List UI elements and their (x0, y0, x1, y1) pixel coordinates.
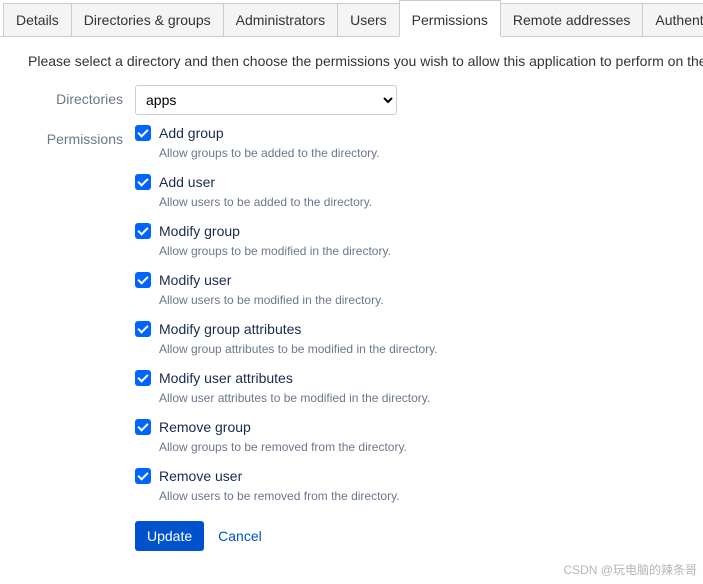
perm-add-user: Add user Allow users to be added to the … (135, 174, 703, 209)
permissions-label: Permissions (0, 125, 135, 147)
permissions-list: Add group Allow groups to be added to th… (135, 125, 703, 551)
perm-desc-modify-group-attributes: Allow group attributes to be modified in… (159, 342, 703, 356)
intro-text: Please select a directory and then choos… (0, 37, 703, 85)
perm-desc-modify-user-attributes: Allow user attributes to be modified in … (159, 391, 703, 405)
checkbox-remove-user[interactable] (135, 468, 151, 484)
checkbox-modify-user-attributes[interactable] (135, 370, 151, 386)
form-actions: Update Cancel (135, 521, 703, 551)
tabs-bar: Details Directories & groups Administrat… (0, 0, 703, 37)
tab-details[interactable]: Details (3, 3, 72, 36)
permissions-form: Directories apps Permissions Add group A… (0, 85, 703, 561)
directories-label: Directories (0, 85, 135, 107)
perm-modify-user-attributes: Modify user attributes Allow user attrib… (135, 370, 703, 405)
perm-label-add-user: Add user (159, 174, 215, 190)
perm-label-modify-user: Modify user (159, 272, 231, 288)
tab-permissions[interactable]: Permissions (399, 0, 501, 37)
checkbox-modify-group-attributes[interactable] (135, 321, 151, 337)
perm-remove-user: Remove user Allow users to be removed fr… (135, 468, 703, 503)
directories-select[interactable]: apps (135, 85, 397, 115)
perm-desc-remove-group: Allow groups to be removed from the dire… (159, 440, 703, 454)
perm-label-modify-user-attributes: Modify user attributes (159, 370, 293, 386)
watermark: CSDN @玩电脑的辣条哥 (563, 561, 697, 578)
perm-label-add-group: Add group (159, 125, 224, 141)
checkbox-modify-group[interactable] (135, 223, 151, 239)
perm-modify-group-attributes: Modify group attributes Allow group attr… (135, 321, 703, 356)
cancel-link[interactable]: Cancel (218, 528, 262, 544)
tab-directories-groups[interactable]: Directories & groups (71, 3, 224, 36)
checkbox-remove-group[interactable] (135, 419, 151, 435)
perm-desc-modify-user: Allow users to be modified in the direct… (159, 293, 703, 307)
perm-desc-add-user: Allow users to be added to the directory… (159, 195, 703, 209)
tab-authent[interactable]: Authent (642, 3, 703, 36)
perm-label-modify-group: Modify group (159, 223, 240, 239)
tab-administrators[interactable]: Administrators (223, 3, 338, 36)
perm-modify-group: Modify group Allow groups to be modified… (135, 223, 703, 258)
tab-users[interactable]: Users (337, 3, 400, 36)
perm-modify-user: Modify user Allow users to be modified i… (135, 272, 703, 307)
perm-label-remove-user: Remove user (159, 468, 242, 484)
permissions-row: Permissions Add group Allow groups to be… (0, 125, 703, 551)
update-button[interactable]: Update (135, 521, 204, 551)
perm-label-remove-group: Remove group (159, 419, 251, 435)
tab-remote-addresses[interactable]: Remote addresses (500, 3, 644, 36)
checkbox-add-group[interactable] (135, 125, 151, 141)
perm-desc-add-group: Allow groups to be added to the director… (159, 146, 703, 160)
perm-add-group: Add group Allow groups to be added to th… (135, 125, 703, 160)
perm-desc-remove-user: Allow users to be removed from the direc… (159, 489, 703, 503)
checkbox-modify-user[interactable] (135, 272, 151, 288)
checkbox-add-user[interactable] (135, 174, 151, 190)
perm-label-modify-group-attributes: Modify group attributes (159, 321, 301, 337)
perm-desc-modify-group: Allow groups to be modified in the direc… (159, 244, 703, 258)
directories-row: Directories apps (0, 85, 703, 115)
perm-remove-group: Remove group Allow groups to be removed … (135, 419, 703, 454)
